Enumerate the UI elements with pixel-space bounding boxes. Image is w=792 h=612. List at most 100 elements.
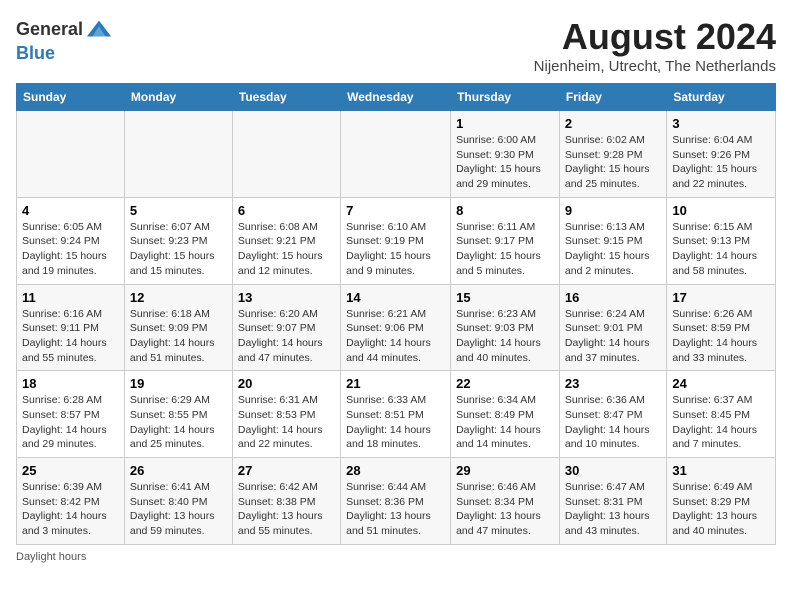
day-number: 29 [456, 463, 554, 478]
day-number: 13 [238, 290, 335, 305]
logo-icon [85, 16, 113, 44]
calendar-day-cell: 27 Sunrise: 6:42 AM Sunset: 8:38 PM Dayli… [232, 458, 340, 545]
calendar-header-cell: Thursday [451, 84, 560, 111]
title-block: August 2024 Nijenheim, Utrecht, The Neth… [534, 16, 776, 75]
day-detail: Sunrise: 6:42 AM Sunset: 8:38 PM Dayligh… [238, 481, 323, 537]
day-detail: Sunrise: 6:20 AM Sunset: 9:07 PM Dayligh… [238, 308, 323, 364]
day-detail: Sunrise: 6:04 AM Sunset: 9:26 PM Dayligh… [672, 134, 757, 190]
day-number: 4 [22, 203, 119, 218]
day-number: 20 [238, 376, 335, 391]
calendar-day-cell: 16 Sunrise: 6:24 AM Sunset: 9:01 PM Dayli… [559, 284, 666, 371]
day-detail: Sunrise: 6:11 AM Sunset: 9:17 PM Dayligh… [456, 221, 541, 277]
day-number: 21 [346, 376, 445, 391]
day-number: 18 [22, 376, 119, 391]
calendar-header-cell: Friday [559, 84, 666, 111]
day-detail: Sunrise: 6:08 AM Sunset: 9:21 PM Dayligh… [238, 221, 323, 277]
day-detail: Sunrise: 6:10 AM Sunset: 9:19 PM Dayligh… [346, 221, 431, 277]
day-number: 31 [672, 463, 770, 478]
day-number: 17 [672, 290, 770, 305]
calendar-day-cell: 8 Sunrise: 6:11 AM Sunset: 9:17 PM Daylig… [451, 197, 560, 284]
day-detail: Sunrise: 6:37 AM Sunset: 8:45 PM Dayligh… [672, 394, 757, 450]
day-number: 24 [672, 376, 770, 391]
calendar-day-cell: 24 Sunrise: 6:37 AM Sunset: 8:45 PM Dayli… [667, 371, 776, 458]
calendar-day-cell: 7 Sunrise: 6:10 AM Sunset: 9:19 PM Daylig… [341, 197, 451, 284]
day-number: 14 [346, 290, 445, 305]
day-detail: Sunrise: 6:16 AM Sunset: 9:11 PM Dayligh… [22, 308, 107, 364]
page-header: General Blue August 2024 Nijenheim, Utre… [16, 16, 776, 75]
day-detail: Sunrise: 6:39 AM Sunset: 8:42 PM Dayligh… [22, 481, 107, 537]
footer-label: Daylight hours [16, 551, 776, 563]
day-detail: Sunrise: 6:49 AM Sunset: 8:29 PM Dayligh… [672, 481, 757, 537]
day-detail: Sunrise: 6:26 AM Sunset: 8:59 PM Dayligh… [672, 308, 757, 364]
day-number: 2 [565, 116, 661, 131]
calendar-day-cell: 17 Sunrise: 6:26 AM Sunset: 8:59 PM Dayli… [667, 284, 776, 371]
calendar-day-cell: 22Sunrise: 6:34 AM Sunset: 8:49 PM Dayli… [451, 371, 560, 458]
calendar-day-cell: 6 Sunrise: 6:08 AM Sunset: 9:21 PM Daylig… [232, 197, 340, 284]
calendar-day-cell [232, 111, 340, 198]
day-detail: Sunrise: 6:41 AM Sunset: 8:40 PM Dayligh… [130, 481, 215, 537]
calendar-day-cell: 28Sunrise: 6:44 AM Sunset: 8:36 PM Dayli… [341, 458, 451, 545]
calendar-day-cell: 30 Sunrise: 6:47 AM Sunset: 8:31 PM Dayli… [559, 458, 666, 545]
logo-blue: Blue [16, 43, 55, 63]
day-number: 3 [672, 116, 770, 131]
calendar-day-cell: 20 Sunrise: 6:31 AM Sunset: 8:53 PM Dayli… [232, 371, 340, 458]
day-detail: Sunrise: 6:28 AM Sunset: 8:57 PM Dayligh… [22, 394, 107, 450]
calendar-header-cell: Tuesday [232, 84, 340, 111]
day-detail: Sunrise: 6:13 AM Sunset: 9:15 PM Dayligh… [565, 221, 650, 277]
day-number: 1 [456, 116, 554, 131]
day-detail: Sunrise: 6:02 AM Sunset: 9:28 PM Dayligh… [565, 134, 650, 190]
day-detail: Sunrise: 6:07 AM Sunset: 9:23 PM Dayligh… [130, 221, 215, 277]
calendar-day-cell: 23Sunrise: 6:36 AM Sunset: 8:47 PM Dayli… [559, 371, 666, 458]
calendar-day-cell: 4 Sunrise: 6:05 AM Sunset: 9:24 PM Daylig… [17, 197, 125, 284]
day-number: 12 [130, 290, 227, 305]
day-number: 7 [346, 203, 445, 218]
day-number: 9 [565, 203, 661, 218]
calendar-day-cell: 11 Sunrise: 6:16 AM Sunset: 9:11 PM Dayli… [17, 284, 125, 371]
day-number: 15 [456, 290, 554, 305]
day-detail: Sunrise: 6:24 AM Sunset: 9:01 PM Dayligh… [565, 308, 650, 364]
calendar-day-cell: 3 Sunrise: 6:04 AM Sunset: 9:26 PM Daylig… [667, 111, 776, 198]
day-detail: Sunrise: 6:18 AM Sunset: 9:09 PM Dayligh… [130, 308, 215, 364]
logo: General Blue [16, 16, 113, 64]
calendar-day-cell: 19Sunrise: 6:29 AM Sunset: 8:55 PM Dayli… [124, 371, 232, 458]
day-number: 5 [130, 203, 227, 218]
calendar-week-row: 1Sunrise: 6:00 AM Sunset: 9:30 PM Daylig… [17, 111, 776, 198]
day-number: 26 [130, 463, 227, 478]
day-number: 30 [565, 463, 661, 478]
day-number: 22 [456, 376, 554, 391]
calendar-day-cell: 2 Sunrise: 6:02 AM Sunset: 9:28 PM Daylig… [559, 111, 666, 198]
day-detail: Sunrise: 6:15 AM Sunset: 9:13 PM Dayligh… [672, 221, 757, 277]
day-number: 16 [565, 290, 661, 305]
day-number: 28 [346, 463, 445, 478]
calendar-week-row: 4 Sunrise: 6:05 AM Sunset: 9:24 PM Daylig… [17, 197, 776, 284]
calendar-day-cell: 10 Sunrise: 6:15 AM Sunset: 9:13 PM Dayli… [667, 197, 776, 284]
calendar-day-cell: 18 Sunrise: 6:28 AM Sunset: 8:57 PM Dayli… [17, 371, 125, 458]
day-number: 10 [672, 203, 770, 218]
day-number: 27 [238, 463, 335, 478]
calendar-table: SundayMondayTuesdayWednesdayThursdayFrid… [16, 83, 776, 545]
day-number: 23 [565, 376, 661, 391]
calendar-day-cell: 5 Sunrise: 6:07 AM Sunset: 9:23 PM Daylig… [124, 197, 232, 284]
calendar-week-row: 18 Sunrise: 6:28 AM Sunset: 8:57 PM Dayli… [17, 371, 776, 458]
day-detail: Sunrise: 6:33 AM Sunset: 8:51 PM Dayligh… [346, 394, 431, 450]
calendar-day-cell [17, 111, 125, 198]
calendar-day-cell [124, 111, 232, 198]
day-detail: Sunrise: 6:29 AM Sunset: 8:55 PM Dayligh… [130, 394, 215, 450]
calendar-day-cell: 13 Sunrise: 6:20 AM Sunset: 9:07 PM Dayli… [232, 284, 340, 371]
day-detail: Sunrise: 6:46 AM Sunset: 8:34 PM Dayligh… [456, 481, 541, 537]
day-number: 6 [238, 203, 335, 218]
calendar-day-cell: 1Sunrise: 6:00 AM Sunset: 9:30 PM Daylig… [451, 111, 560, 198]
calendar-week-row: 11 Sunrise: 6:16 AM Sunset: 9:11 PM Dayli… [17, 284, 776, 371]
day-number: 8 [456, 203, 554, 218]
calendar-body: 1Sunrise: 6:00 AM Sunset: 9:30 PM Daylig… [17, 111, 776, 545]
day-detail: Sunrise: 6:05 AM Sunset: 9:24 PM Dayligh… [22, 221, 107, 277]
calendar-day-cell: 21 Sunrise: 6:33 AM Sunset: 8:51 PM Dayli… [341, 371, 451, 458]
calendar-week-row: 25Sunrise: 6:39 AM Sunset: 8:42 PM Dayli… [17, 458, 776, 545]
day-detail: Sunrise: 6:47 AM Sunset: 8:31 PM Dayligh… [565, 481, 650, 537]
subtitle: Nijenheim, Utrecht, The Netherlands [534, 58, 776, 75]
logo-general: General [16, 20, 83, 40]
calendar-day-cell: 29 Sunrise: 6:46 AM Sunset: 8:34 PM Dayli… [451, 458, 560, 545]
calendar-header-cell: Sunday [17, 84, 125, 111]
day-detail: Sunrise: 6:31 AM Sunset: 8:53 PM Dayligh… [238, 394, 323, 450]
day-number: 11 [22, 290, 119, 305]
